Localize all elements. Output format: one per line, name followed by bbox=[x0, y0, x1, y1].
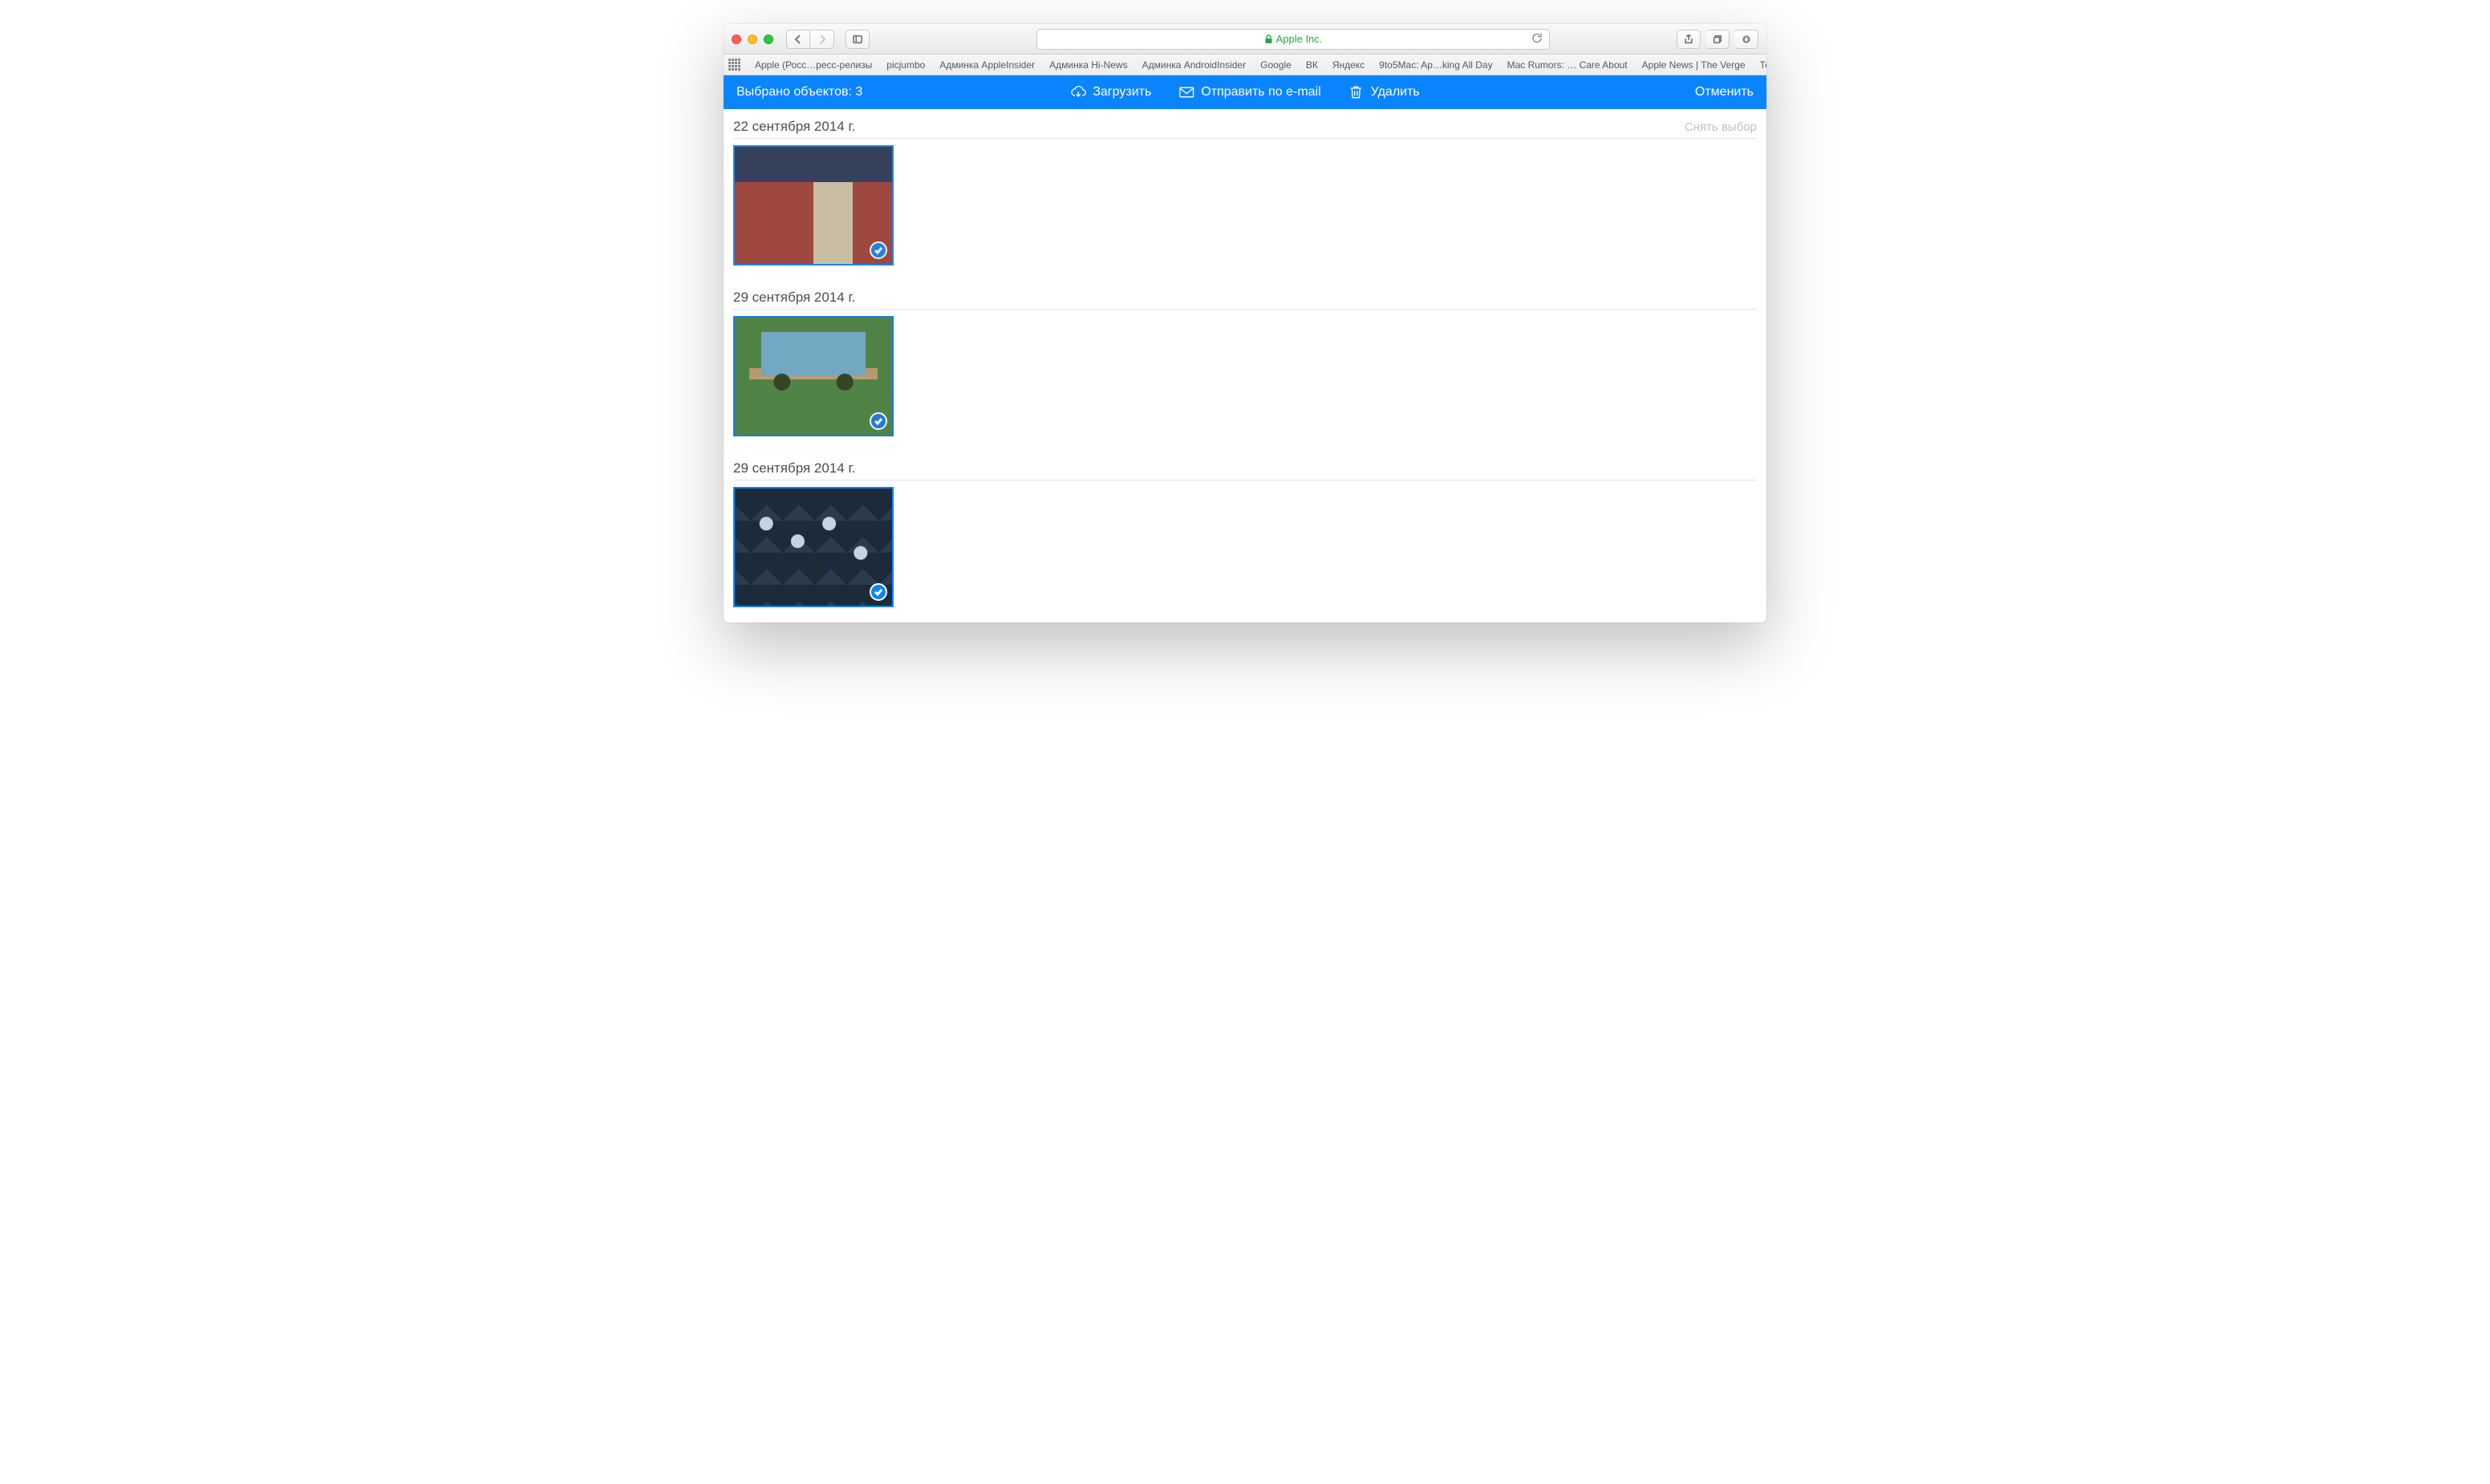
photo-selected-badge[interactable] bbox=[870, 241, 887, 259]
share-button[interactable] bbox=[1677, 30, 1701, 49]
bookmark-item[interactable]: Mac Rumors: … Care About bbox=[1501, 59, 1634, 71]
email-button[interactable]: Отправить по e-mail bbox=[1178, 84, 1320, 100]
chevron-left-icon bbox=[793, 34, 803, 44]
safari-window: Apple Inc. bbox=[724, 24, 1766, 622]
bookmark-item[interactable]: Apple (Росс…ресс-релизы bbox=[748, 59, 878, 71]
delete-button[interactable]: Удалить bbox=[1348, 84, 1420, 100]
back-button[interactable] bbox=[786, 30, 810, 49]
titlebar: Apple Inc. bbox=[724, 24, 1766, 55]
bookmark-item[interactable]: Яндекс bbox=[1326, 59, 1371, 71]
tabs-button[interactable] bbox=[1705, 30, 1730, 49]
check-icon bbox=[874, 416, 883, 426]
mail-icon bbox=[1178, 84, 1194, 100]
trash-icon bbox=[1348, 84, 1365, 100]
bookmark-item[interactable]: Админка AppleInsider bbox=[933, 59, 1041, 71]
photo-thumbnail[interactable] bbox=[733, 487, 894, 607]
check-icon bbox=[874, 587, 883, 597]
cloud-download-icon bbox=[1070, 84, 1086, 100]
bookmark-item[interactable]: Админка Hi-News bbox=[1043, 59, 1133, 71]
photo-thumbnail[interactable] bbox=[733, 316, 894, 436]
bookmark-item[interactable]: Apple News | The Verge bbox=[1636, 59, 1752, 71]
bookmark-item[interactable]: Google bbox=[1254, 59, 1298, 71]
address-label: Apple Inc. bbox=[1276, 33, 1323, 45]
photo-section: 29 сентября 2014 г. bbox=[724, 451, 1766, 622]
bookmark-item[interactable]: ВК bbox=[1300, 59, 1324, 71]
sidebar-icon bbox=[853, 34, 862, 44]
favorites-bar: Apple (Росс…ресс-релизы picjumbo Админка… bbox=[724, 55, 1766, 75]
download-button[interactable]: Загрузить bbox=[1070, 84, 1151, 100]
bookmark-item[interactable]: Админка AndroidInsider bbox=[1136, 59, 1253, 71]
photo-selected-badge[interactable] bbox=[870, 583, 887, 601]
reload-icon bbox=[1531, 32, 1543, 43]
photo-grid-scroll[interactable]: 22 сентября 2014 г. Снять выбор 29 сентя… bbox=[724, 109, 1766, 622]
show-favorites-grid-button[interactable] bbox=[728, 58, 740, 72]
sidebar-toggle-button[interactable] bbox=[846, 30, 870, 49]
delete-label: Удалить bbox=[1371, 85, 1420, 99]
photo-section: 29 сентября 2014 г. bbox=[724, 280, 1766, 451]
lock-icon bbox=[1264, 34, 1273, 44]
share-icon bbox=[1684, 34, 1693, 44]
selection-toolbar: Выбрано объектов: 3 Загрузить bbox=[724, 75, 1766, 109]
section-date-label: 22 сентября 2014 г. bbox=[733, 119, 855, 135]
close-window-button[interactable] bbox=[732, 34, 741, 44]
minimize-window-button[interactable] bbox=[748, 34, 757, 44]
reload-button[interactable] bbox=[1531, 32, 1543, 46]
tabs-icon bbox=[1713, 34, 1722, 44]
photo-thumbnail[interactable] bbox=[733, 145, 894, 266]
photo-section: 22 сентября 2014 г. Снять выбор bbox=[724, 109, 1766, 280]
bookmark-item[interactable]: 9to5Mac: Ap…king All Day bbox=[1373, 59, 1498, 71]
section-date-label: 29 сентября 2014 г. bbox=[733, 290, 855, 306]
email-label: Отправить по e-mail bbox=[1201, 85, 1320, 99]
download-circle-icon bbox=[1742, 34, 1751, 44]
section-date-label: 29 сентября 2014 г. bbox=[733, 460, 855, 476]
window-controls bbox=[732, 34, 773, 44]
selection-count-label: Выбрано объектов: 3 bbox=[736, 85, 862, 99]
cancel-selection-button[interactable]: Отменить bbox=[1695, 85, 1754, 99]
photo-selected-badge[interactable] bbox=[870, 412, 887, 430]
chevron-right-icon bbox=[817, 34, 827, 44]
bookmark-item[interactable]: picjumbo bbox=[880, 59, 931, 71]
deselect-section-button[interactable]: Снять выбор bbox=[1685, 120, 1757, 134]
address-bar[interactable]: Apple Inc. bbox=[1036, 29, 1550, 50]
zoom-window-button[interactable] bbox=[764, 34, 773, 44]
downloads-button[interactable] bbox=[1734, 30, 1758, 49]
forward-button[interactable] bbox=[810, 30, 834, 49]
bookmark-item[interactable]: Темы bbox=[1754, 59, 1766, 71]
download-label: Загрузить bbox=[1093, 85, 1151, 99]
check-icon bbox=[874, 245, 883, 255]
